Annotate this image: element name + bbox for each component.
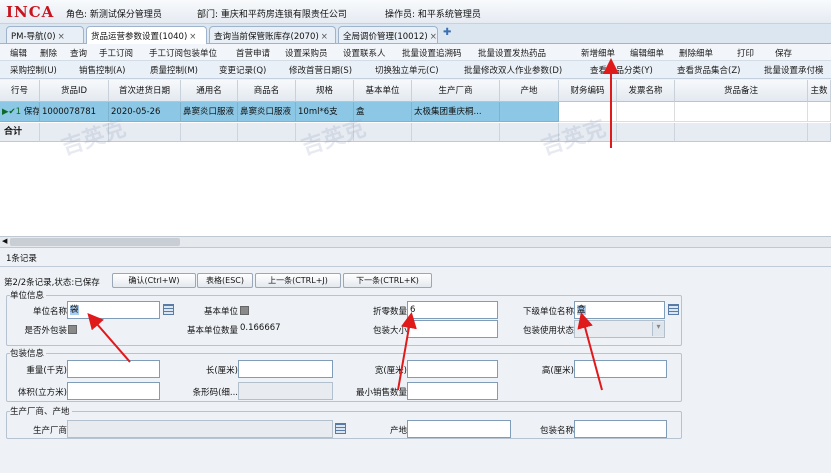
arrow-to-unit-name bbox=[87, 312, 131, 363]
arrow-to-split-qty bbox=[397, 312, 417, 391]
arrow-to-lower-unit bbox=[577, 312, 603, 391]
annotation-arrows bbox=[87, 58, 619, 391]
